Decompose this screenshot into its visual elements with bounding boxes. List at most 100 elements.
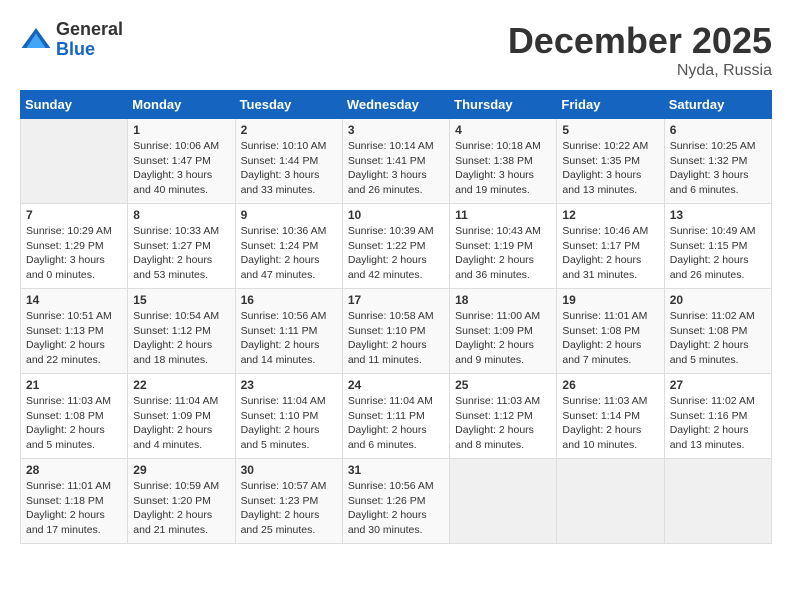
day-info: Sunrise: 10:46 AMSunset: 1:17 PMDaylight…: [562, 224, 658, 283]
calendar-week-3: 14Sunrise: 10:51 AMSunset: 1:13 PMDaylig…: [21, 289, 772, 374]
calendar-cell: 3 Sunrise: 10:14 AMSunset: 1:41 PMDayligh…: [342, 119, 449, 204]
calendar-cell: 21 Sunrise: 11:03 AMSunset: 1:08 PMDaylig…: [21, 374, 128, 459]
day-info: Sunrise: 10:14 AMSunset: 1:41 PMDaylight…: [348, 139, 444, 198]
day-info: Sunrise: 11:02 AMSunset: 1:16 PMDaylight…: [670, 394, 766, 453]
calendar-cell: 17 Sunrise: 10:58 AMSunset: 1:10 PMDaylig…: [342, 289, 449, 374]
calendar-cell: 18 Sunrise: 11:00 AMSunset: 1:09 PMDaylig…: [450, 289, 557, 374]
calendar-cell: 24 Sunrise: 11:04 AMSunset: 1:11 PMDaylig…: [342, 374, 449, 459]
logo-icon: [20, 24, 52, 56]
calendar-cell: 8 Sunrise: 10:33 AMSunset: 1:27 PMDayligh…: [128, 204, 235, 289]
calendar-cell: 10 Sunrise: 10:39 AMSunset: 1:22 PMDaylig…: [342, 204, 449, 289]
weekday-header-thursday: Thursday: [450, 91, 557, 119]
calendar-table: SundayMondayTuesdayWednesdayThursdayFrid…: [20, 90, 772, 544]
day-info: Sunrise: 10:39 AMSunset: 1:22 PMDaylight…: [348, 224, 444, 283]
day-info: Sunrise: 11:01 AMSunset: 1:08 PMDaylight…: [562, 309, 658, 368]
calendar-cell: [557, 459, 664, 544]
day-number: 18: [455, 293, 551, 307]
calendar-week-4: 21 Sunrise: 11:03 AMSunset: 1:08 PMDaylig…: [21, 374, 772, 459]
day-number: 19: [562, 293, 658, 307]
calendar-cell: 13Sunrise: 10:49 AMSunset: 1:15 PMDaylig…: [664, 204, 771, 289]
day-number: 5: [562, 123, 658, 137]
calendar-cell: 14Sunrise: 10:51 AMSunset: 1:13 PMDaylig…: [21, 289, 128, 374]
weekday-header-monday: Monday: [128, 91, 235, 119]
logo-text: General Blue: [56, 20, 123, 60]
calendar-cell: 30 Sunrise: 10:57 AMSunset: 1:23 PMDaylig…: [235, 459, 342, 544]
calendar-cell: 23 Sunrise: 11:04 AMSunset: 1:10 PMDaylig…: [235, 374, 342, 459]
day-info: Sunrise: 11:03 AMSunset: 1:14 PMDaylight…: [562, 394, 658, 453]
calendar-cell: 7Sunrise: 10:29 AMSunset: 1:29 PMDayligh…: [21, 204, 128, 289]
day-info: Sunrise: 11:04 AMSunset: 1:10 PMDaylight…: [241, 394, 337, 453]
calendar-cell: 26 Sunrise: 11:03 AMSunset: 1:14 PMDaylig…: [557, 374, 664, 459]
calendar-body: 1 Sunrise: 10:06 AMSunset: 1:47 PMDayligh…: [21, 119, 772, 544]
day-number: 25: [455, 378, 551, 392]
day-info: Sunrise: 10:06 AMSunset: 1:47 PMDaylight…: [133, 139, 229, 198]
day-info: Sunrise: 10:56 AMSunset: 1:26 PMDaylight…: [348, 479, 444, 538]
calendar-cell: 6Sunrise: 10:25 AMSunset: 1:32 PMDayligh…: [664, 119, 771, 204]
calendar-cell: 25 Sunrise: 11:03 AMSunset: 1:12 PMDaylig…: [450, 374, 557, 459]
calendar-cell: 5 Sunrise: 10:22 AMSunset: 1:35 PMDayligh…: [557, 119, 664, 204]
day-number: 30: [241, 463, 337, 477]
day-info: Sunrise: 11:03 AMSunset: 1:12 PMDaylight…: [455, 394, 551, 453]
calendar-cell: [450, 459, 557, 544]
logo: General Blue: [20, 20, 123, 60]
day-info: Sunrise: 11:03 AMSunset: 1:08 PMDaylight…: [26, 394, 122, 453]
calendar-cell: [21, 119, 128, 204]
calendar-cell: 11 Sunrise: 10:43 AMSunset: 1:19 PMDaylig…: [450, 204, 557, 289]
day-info: Sunrise: 11:00 AMSunset: 1:09 PMDaylight…: [455, 309, 551, 368]
day-info: Sunrise: 10:25 AMSunset: 1:32 PMDaylight…: [670, 139, 766, 198]
day-info: Sunrise: 10:18 AMSunset: 1:38 PMDaylight…: [455, 139, 551, 198]
day-number: 9: [241, 208, 337, 222]
day-number: 23: [241, 378, 337, 392]
day-info: Sunrise: 10:54 AMSunset: 1:12 PMDaylight…: [133, 309, 229, 368]
day-info: Sunrise: 10:56 AMSunset: 1:11 PMDaylight…: [241, 309, 337, 368]
day-number: 29: [133, 463, 229, 477]
day-number: 3: [348, 123, 444, 137]
day-number: 8: [133, 208, 229, 222]
calendar-cell: 1 Sunrise: 10:06 AMSunset: 1:47 PMDayligh…: [128, 119, 235, 204]
calendar-cell: 22Sunrise: 11:04 AMSunset: 1:09 PMDaylig…: [128, 374, 235, 459]
day-number: 12: [562, 208, 658, 222]
title-block: December 2025 Nyda, Russia: [508, 20, 772, 80]
day-number: 10: [348, 208, 444, 222]
logo-blue: Blue: [56, 40, 123, 60]
day-number: 1: [133, 123, 229, 137]
page-header: General Blue December 2025 Nyda, Russia: [20, 20, 772, 80]
day-info: Sunrise: 10:43 AMSunset: 1:19 PMDaylight…: [455, 224, 551, 283]
day-number: 27: [670, 378, 766, 392]
day-info: Sunrise: 10:36 AMSunset: 1:24 PMDaylight…: [241, 224, 337, 283]
day-info: Sunrise: 10:10 AMSunset: 1:44 PMDaylight…: [241, 139, 337, 198]
calendar-cell: 9 Sunrise: 10:36 AMSunset: 1:24 PMDayligh…: [235, 204, 342, 289]
day-number: 21: [26, 378, 122, 392]
weekday-header-sunday: Sunday: [21, 91, 128, 119]
logo-general: General: [56, 20, 123, 40]
day-info: Sunrise: 10:22 AMSunset: 1:35 PMDaylight…: [562, 139, 658, 198]
day-info: Sunrise: 10:57 AMSunset: 1:23 PMDaylight…: [241, 479, 337, 538]
calendar-cell: 29 Sunrise: 10:59 AMSunset: 1:20 PMDaylig…: [128, 459, 235, 544]
day-info: Sunrise: 11:02 AMSunset: 1:08 PMDaylight…: [670, 309, 766, 368]
calendar-cell: 27 Sunrise: 11:02 AMSunset: 1:16 PMDaylig…: [664, 374, 771, 459]
day-info: Sunrise: 10:33 AMSunset: 1:27 PMDaylight…: [133, 224, 229, 283]
day-number: 24: [348, 378, 444, 392]
calendar-cell: 15 Sunrise: 10:54 AMSunset: 1:12 PMDaylig…: [128, 289, 235, 374]
day-number: 15: [133, 293, 229, 307]
day-number: 31: [348, 463, 444, 477]
day-number: 2: [241, 123, 337, 137]
location: Nyda, Russia: [508, 62, 772, 80]
day-number: 17: [348, 293, 444, 307]
day-number: 7: [26, 208, 122, 222]
day-info: Sunrise: 10:51 AMSunset: 1:13 PMDaylight…: [26, 309, 122, 368]
day-number: 22: [133, 378, 229, 392]
day-number: 26: [562, 378, 658, 392]
day-info: Sunrise: 11:01 AMSunset: 1:18 PMDaylight…: [26, 479, 122, 538]
calendar-week-5: 28Sunrise: 11:01 AMSunset: 1:18 PMDaylig…: [21, 459, 772, 544]
day-number: 20: [670, 293, 766, 307]
day-info: Sunrise: 10:58 AMSunset: 1:10 PMDaylight…: [348, 309, 444, 368]
weekday-header-wednesday: Wednesday: [342, 91, 449, 119]
day-number: 11: [455, 208, 551, 222]
month-title: December 2025: [508, 20, 772, 62]
day-info: Sunrise: 10:49 AMSunset: 1:15 PMDaylight…: [670, 224, 766, 283]
weekday-header-row: SundayMondayTuesdayWednesdayThursdayFrid…: [21, 91, 772, 119]
day-info: Sunrise: 10:59 AMSunset: 1:20 PMDaylight…: [133, 479, 229, 538]
calendar-cell: 16Sunrise: 10:56 AMSunset: 1:11 PMDaylig…: [235, 289, 342, 374]
day-info: Sunrise: 11:04 AMSunset: 1:11 PMDaylight…: [348, 394, 444, 453]
